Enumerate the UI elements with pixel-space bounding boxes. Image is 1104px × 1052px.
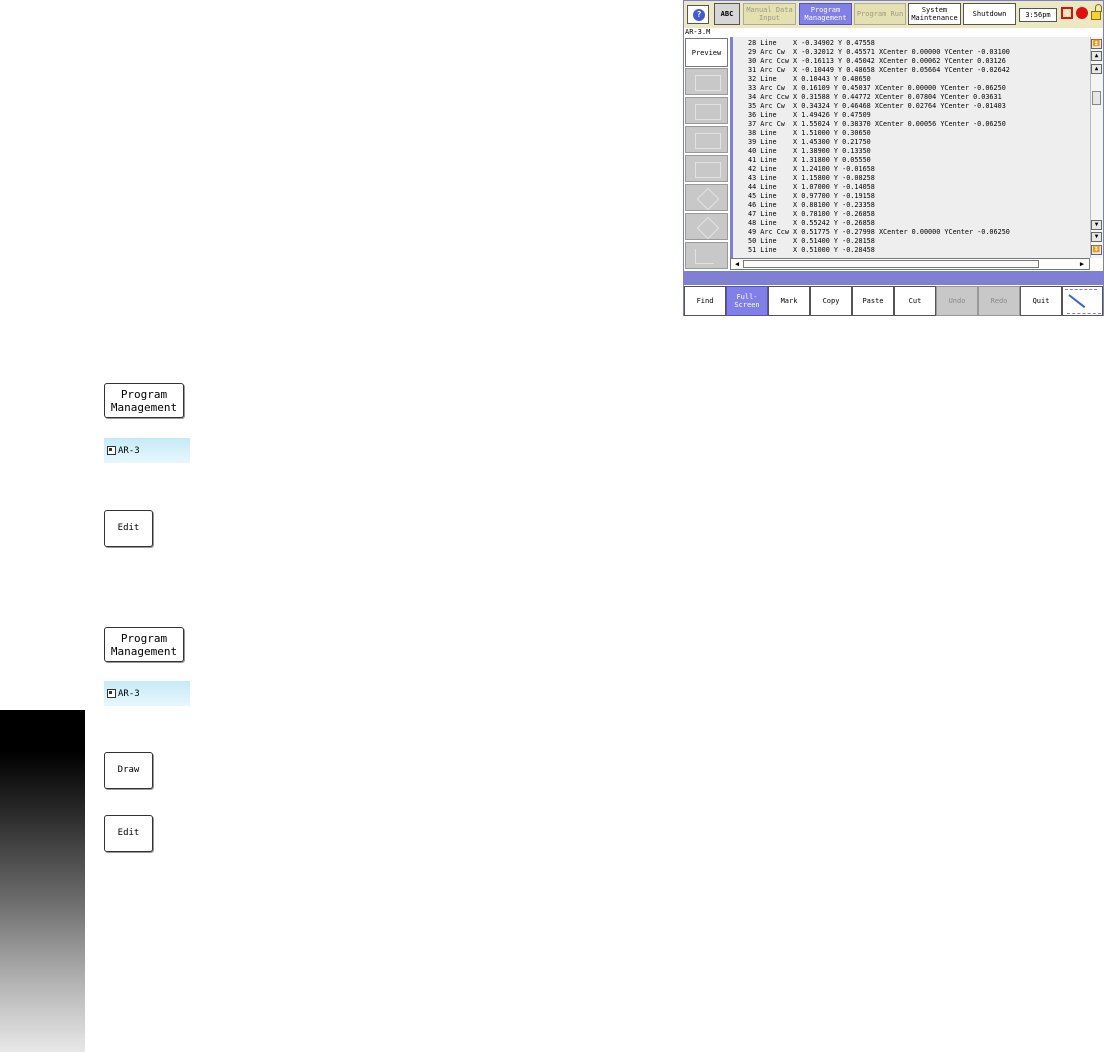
program-line[interactable]: 29 Arc Cw X -0.32012 Y 0.45571 XCenter 0… xyxy=(748,48,1010,57)
undo-button[interactable]: Undo xyxy=(936,286,978,316)
quit-button[interactable]: Quit xyxy=(1020,286,1062,316)
program-line[interactable]: 28 Line X -0.34902 Y 0.47558 xyxy=(748,39,875,48)
tool-icon xyxy=(695,75,721,91)
program-line[interactable]: 40 Line X 1.38900 Y 0.13350 xyxy=(748,147,871,156)
tool-button-7[interactable] xyxy=(685,242,728,269)
edit-softkey-2[interactable]: Edit xyxy=(104,815,153,852)
file-item-ar3-2[interactable]: AR-3 xyxy=(104,681,190,706)
scroll-top-icon[interactable]: ⏫ xyxy=(1091,39,1102,49)
program-management-softkey-1[interactable]: Program Management xyxy=(104,383,184,418)
program-line[interactable]: 51 Line X 0.51000 Y -0.28458 xyxy=(748,246,875,255)
stop-icon[interactable] xyxy=(1061,7,1073,19)
controller-screen: ? ABC Manual Data Input Program Manageme… xyxy=(683,0,1104,316)
tool-icon xyxy=(695,249,714,264)
program-line[interactable]: 46 Line X 0.88100 Y -0.23358 xyxy=(748,201,875,210)
full-screen-button[interactable]: Full- Screen xyxy=(726,286,768,316)
program-management-softkey-2[interactable]: Program Management xyxy=(104,627,184,662)
tool-icon xyxy=(695,162,721,178)
scroll-bottom-icon[interactable]: ⏬ xyxy=(1091,245,1102,255)
vertical-scroll-thumb[interactable] xyxy=(1092,91,1101,105)
program-line[interactable]: 31 Arc Cw X -0.10449 Y 0.48658 XCenter 0… xyxy=(748,66,1010,75)
find-button[interactable]: Find xyxy=(684,286,726,316)
system-maintenance-button[interactable]: System Maintenance xyxy=(908,3,961,25)
tool-button-5[interactable] xyxy=(685,184,728,211)
file-name: AR-3 xyxy=(118,445,140,456)
tool-button-2[interactable] xyxy=(685,97,728,124)
edit-softkey-1[interactable]: Edit xyxy=(104,510,153,547)
program-line[interactable]: 35 Arc Cw X 0.34324 Y 0.46468 XCenter 0.… xyxy=(748,102,1006,111)
preview-button[interactable]: Preview xyxy=(685,38,728,67)
cut-button[interactable]: Cut xyxy=(894,286,936,316)
scroll-down-icon[interactable]: ▼ xyxy=(1091,220,1102,230)
scroll-right-icon[interactable]: ▶ xyxy=(1077,259,1087,269)
program-line[interactable]: 38 Line X 1.51000 Y 0.30650 xyxy=(748,129,871,138)
keypad-icon xyxy=(1065,289,1097,292)
top-toolbar: ? ABC Manual Data Input Program Manageme… xyxy=(684,1,1103,28)
arrow-icon xyxy=(1068,294,1086,309)
page-up-icon[interactable]: ▲ xyxy=(1091,51,1102,61)
tool-button-4[interactable] xyxy=(685,155,728,182)
tool-button-3[interactable] xyxy=(685,126,728,153)
keypad-button[interactable] xyxy=(1062,286,1103,316)
program-line[interactable]: 48 Line X 0.55242 Y -0.26858 xyxy=(748,219,875,228)
horizontal-scroll-thumb[interactable] xyxy=(743,260,1039,268)
file-title: AR-3.M xyxy=(685,28,711,36)
record-icon[interactable] xyxy=(1076,7,1088,19)
program-line[interactable]: 37 Arc Cw X 1.55024 Y 0.38370 XCenter 0.… xyxy=(748,120,1006,129)
keypad-icon xyxy=(1067,311,1101,314)
program-management-tab[interactable]: Program Management xyxy=(799,3,852,25)
file-item-ar3-1[interactable]: AR-3 xyxy=(104,438,190,463)
program-line[interactable]: 32 Line X 0.10443 Y 0.48650 xyxy=(748,75,871,84)
horizontal-scrollbar[interactable]: ◀ ▶ xyxy=(730,258,1090,270)
keyboard-abc-button[interactable]: ABC xyxy=(714,3,740,25)
program-line[interactable]: 34 Arc Ccw X 0.31588 Y 0.44772 XCenter 0… xyxy=(748,93,1002,102)
paste-button[interactable]: Paste xyxy=(852,286,894,316)
shutdown-button[interactable]: Shutdown xyxy=(963,3,1016,25)
help-button[interactable]: ? xyxy=(687,5,709,24)
help-icon: ? xyxy=(693,9,705,21)
program-line[interactable]: 49 Arc Ccw X 0.51775 Y -0.27998 XCenter … xyxy=(748,228,1010,237)
program-line[interactable]: 33 Arc Cw X 0.16109 Y 0.45037 XCenter 0.… xyxy=(748,84,1006,93)
program-line[interactable]: 47 Line X 0.78100 Y -0.26858 xyxy=(748,210,875,219)
page-side-gradient xyxy=(0,710,85,1052)
unlock-shackle xyxy=(1095,4,1102,12)
file-name: AR-3 xyxy=(118,688,140,699)
tool-icon xyxy=(696,187,720,211)
program-line[interactable]: 45 Line X 0.97700 Y -0.19158 xyxy=(748,192,875,201)
program-line[interactable]: 36 Line X 1.49426 Y 0.47509 xyxy=(748,111,871,120)
scroll-up-icon[interactable]: ▲ xyxy=(1091,64,1102,74)
copy-button[interactable]: Copy xyxy=(810,286,852,316)
manual-data-input-button[interactable]: Manual Data Input xyxy=(743,3,796,25)
tool-button-1[interactable] xyxy=(685,68,728,95)
scroll-left-icon[interactable]: ◀ xyxy=(732,259,742,269)
program-line[interactable]: 43 Line X 1.15800 Y -0.08258 xyxy=(748,174,875,183)
tool-icon xyxy=(696,216,720,240)
program-line[interactable]: 50 Line X 0.51400 Y -0.28158 xyxy=(748,237,875,246)
file-icon xyxy=(107,446,116,455)
program-line[interactable]: 30 Arc Ccw X -0.16113 Y 0.45042 XCenter … xyxy=(748,57,1006,66)
status-strip xyxy=(684,271,1103,285)
unlock-icon[interactable] xyxy=(1091,11,1101,20)
program-line[interactable]: 42 Line X 1.24100 Y -0.01658 xyxy=(748,165,875,174)
program-line[interactable]: 44 Line X 1.07000 Y -0.14058 xyxy=(748,183,875,192)
file-icon xyxy=(107,689,116,698)
tool-icon xyxy=(695,104,721,120)
program-listing[interactable]: 28 Line X -0.34902 Y 0.47558 29 Arc Cw X… xyxy=(730,37,1090,258)
clock-display: 3:56pm xyxy=(1019,8,1057,22)
program-line[interactable]: 41 Line X 1.31800 Y 0.05550 xyxy=(748,156,871,165)
draw-softkey[interactable]: Draw xyxy=(104,752,153,789)
tool-button-6[interactable] xyxy=(685,213,728,240)
mark-button[interactable]: Mark xyxy=(768,286,810,316)
program-run-button[interactable]: Program Run xyxy=(854,3,906,25)
page-down-icon[interactable]: ▼ xyxy=(1091,232,1102,242)
redo-button[interactable]: Redo xyxy=(978,286,1020,316)
tool-icon xyxy=(695,133,721,149)
program-line[interactable]: 39 Line X 1.45300 Y 0.21750 xyxy=(748,138,871,147)
bottom-toolbar: Find Full- Screen Mark Copy Paste Cut Un… xyxy=(684,285,1103,316)
